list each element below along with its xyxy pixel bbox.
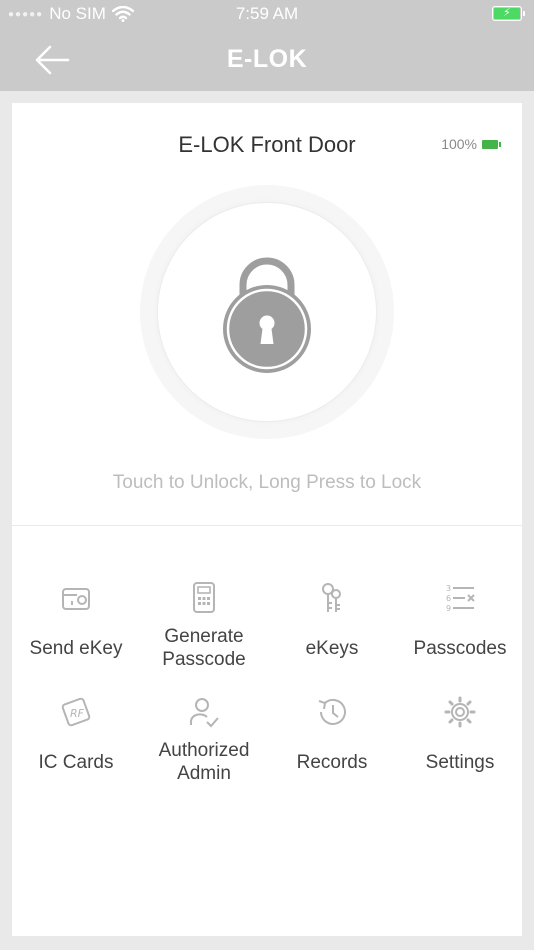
padlock-icon [223, 257, 311, 373]
authorized-admin-button[interactable]: Authorized Admin [140, 695, 268, 785]
svg-text:6: 6 [446, 594, 451, 603]
svg-text:3: 3 [446, 584, 451, 593]
unlock-hint: Touch to Unlock, Long Press to Lock [112, 472, 422, 493]
history-icon [318, 698, 346, 725]
ekeys-button[interactable]: eKeys [268, 581, 396, 660]
feature-label: Passcodes [413, 638, 507, 659]
passcodes-button[interactable]: 3 6 9 Passcodes [396, 581, 524, 660]
feature-label: Generate Passcode [162, 626, 246, 670]
send-ekey-button[interactable]: Send eKey [12, 581, 140, 660]
gear-icon [444, 696, 476, 728]
status-battery-icon: ⚡ [492, 6, 525, 21]
nav-bar: E-LOK [0, 28, 534, 91]
page-title: E-LOK [226, 45, 308, 73]
svg-text:RF: RF [70, 707, 85, 720]
status-bar: ●●●●● No SIM 7:59 AM ⚡ [0, 0, 534, 28]
feature-label: Authorized Admin [158, 740, 250, 784]
admin-user-icon [189, 698, 219, 728]
keypad-icon [193, 582, 215, 613]
unlock-button-inner[interactable] [158, 203, 376, 421]
lock-battery: 100% [441, 136, 501, 152]
passcodes-icon: 3 6 9 [446, 584, 475, 613]
battery-icon [482, 139, 501, 149]
ic-cards-button[interactable]: RF IC Cards [12, 695, 140, 774]
settings-button[interactable]: Settings [396, 695, 524, 774]
battery-percent: 100% [441, 136, 477, 152]
feature-label: Records [296, 752, 368, 773]
feature-label: Settings [425, 752, 495, 773]
feature-label: IC Cards [38, 752, 114, 773]
keys-icon [322, 583, 341, 612]
rf-card-icon: RF [61, 697, 91, 727]
feature-label: eKeys [305, 638, 359, 659]
generate-passcode-button[interactable]: Generate Passcode [140, 581, 268, 671]
divider [12, 525, 522, 526]
unlock-button[interactable] [140, 185, 394, 439]
svg-text:9: 9 [446, 604, 451, 613]
status-time: 7:59 AM [235, 4, 299, 23]
feature-label: Send eKey [29, 638, 123, 659]
lock-card: E-LOK Front Door 100% Touch to Unlock, L… [12, 103, 522, 936]
send-ekey-icon [62, 588, 90, 610]
records-button[interactable]: Records [268, 695, 396, 774]
